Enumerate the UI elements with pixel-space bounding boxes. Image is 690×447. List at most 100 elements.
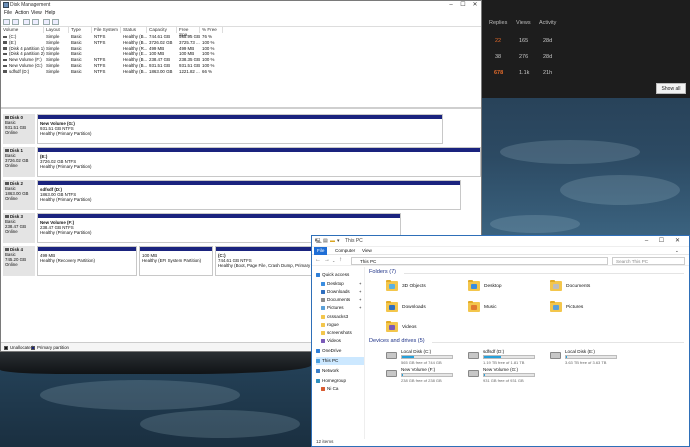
refresh-icon[interactable] [43,19,50,25]
maximize-button[interactable]: ☐ [457,1,469,9]
nav-item-desktop[interactable]: Desktop ✦ [321,280,364,288]
nav-item-network[interactable]: Network [316,367,364,375]
column-header[interactable]: Type [70,27,92,33]
menu-file[interactable]: File [4,10,12,16]
forum-row[interactable]: 678 1.1k 21h [482,66,690,84]
computer-icon: 🖳 [315,238,322,244]
properties-icon[interactable] [23,19,30,25]
partition[interactable]: New Volume (G:) 931.51 GB NTFS Healthy (Pr… [37,114,443,144]
disk-icon [5,215,9,218]
drive-item[interactable]: Local Disk (E:) 3.63 TB free of 3.63 TB [550,349,632,365]
maximize-button[interactable]: ☐ [655,237,668,246]
download-icon [321,290,325,294]
homegroup-icon [316,379,320,383]
column-header[interactable]: Capacity [148,27,177,33]
nav-item-rogue[interactable]: rogue [321,321,364,329]
drive-name: New Volume (F:) [401,367,436,372]
partition-status: Healthy (Primary Partition) [40,131,92,136]
volume-row[interactable]: sdfsdf (D:) Simple Basic NTFS Healthy (B... 1… [1,69,481,75]
tab-view[interactable]: View [359,247,375,255]
search-input[interactable]: Search This PC [612,257,685,265]
nav-item-onedrive[interactable]: OneDrive [316,347,364,355]
nav-item-ni-ca[interactable]: Ni Ca [321,385,364,393]
tab-file[interactable]: File [314,247,328,255]
column-header[interactable]: Layout [45,27,69,33]
minimize-button[interactable]: – [640,237,653,246]
column-header[interactable]: Free Spa... [178,27,200,37]
customize-toolbar-icon[interactable]: ▾ [337,238,340,244]
pin-icon[interactable]: ✦ [359,280,362,288]
disk-info[interactable]: Disk 2 Basic 1863.00 GB Online [3,180,35,210]
nav-item-quick-access[interactable]: Quick access [316,271,364,279]
disk-row[interactable]: Disk 1 Basic 3726.02 GB Online (E:) 3726.02 G… [3,147,481,177]
disk-info[interactable]: Disk 1 Basic 3726.02 GB Online [3,147,35,177]
drive-free-space: 1.19 TB free of 1.81 TB [483,359,525,365]
forward-icon[interactable] [12,19,19,25]
disk-row[interactable]: Disk 0 Basic 931.51 GB Online New Volume (G:… [3,114,479,144]
nav-item-screenshots[interactable]: screenshots [321,329,364,337]
status-bar-item-count: 12 items [316,439,334,444]
folder-item[interactable]: 3D Objects [386,279,466,295]
disk-info[interactable]: Disk 4 Basic 745.20 GB Online [3,246,35,276]
nav-item-documents[interactable]: Documents ✦ [321,296,364,304]
folders-section-header[interactable]: Folders (7) [369,269,396,275]
help-icon[interactable] [32,19,39,25]
expand-ribbon-icon[interactable]: ⌄ [672,247,682,255]
partition[interactable]: 499 MB Healthy (Recovery Partition) [37,246,137,276]
close-button[interactable]: ✕ [469,1,481,9]
nav-item-this-pc[interactable]: This PC [316,357,364,365]
views-count: 276 [519,54,529,60]
folder-item[interactable]: Documents [550,279,630,295]
title-bar[interactable]: Disk Management – ☐ ✕ [1,1,481,10]
drive-item[interactable]: sdfsdf (D:) 1.19 TB free of 1.81 TB [468,349,550,365]
folder-item[interactable]: Desktop [468,279,548,295]
title-bar[interactable]: 🖳 ▤ ▬ ▾ This PC – ☐ ✕ [312,236,689,247]
drive-item[interactable]: New Volume (G:) 931 GB free of 931 GB [468,367,550,383]
forward-icon[interactable]: → [324,257,330,263]
column-header[interactable]: File System [93,27,121,33]
menu-help[interactable]: Help [45,10,55,16]
partition[interactable]: (E:) 3726.02 GB NTFS Healthy (Primary Part… [37,147,481,177]
drive-item[interactable]: New Volume (F:) 238 GB free of 238 GB [386,367,468,383]
back-icon[interactable] [3,19,10,25]
new-folder-icon[interactable]: ▬ [330,238,335,244]
disk-info[interactable]: Disk 3 Basic 238.47 GB Online [3,213,35,243]
menu-action[interactable]: Action [15,10,29,16]
nav-item-videos[interactable]: Videos [321,337,364,345]
drives-section-header[interactable]: Devices and drives (5) [369,338,425,344]
address-bar[interactable]: This PC [351,257,608,265]
up-icon[interactable]: ↑ [339,257,342,263]
folder-item[interactable]: Pictures [550,300,630,316]
folder-item[interactable]: Music [468,300,548,316]
pin-icon[interactable]: ✦ [359,304,362,312]
disk-row[interactable]: Disk 2 Basic 1863.00 GB Online sdfsdf (D:) 18… [3,180,479,210]
show-all-button[interactable]: Show all [656,83,686,94]
partition[interactable]: 100 MB Healthy (EFI System Partition) [139,246,213,276]
settings-icon[interactable] [52,19,59,25]
pin-icon[interactable]: ✦ [359,288,362,296]
pin-icon[interactable]: ✦ [359,296,362,304]
nav-item-homegroup[interactable]: Homegroup [316,377,364,385]
column-header[interactable]: % Free [201,27,223,33]
back-icon[interactable]: ← [315,257,321,263]
menu-view[interactable]: View [31,10,42,16]
activity-header: Activity [539,20,557,26]
partition[interactable]: sdfsdf (D:) 1863.00 GB NTFS Healthy (Prima… [37,180,461,210]
disk-info[interactable]: Disk 0 Basic 931.51 GB Online [3,114,35,144]
close-button[interactable]: ✕ [671,237,684,246]
recent-locations-icon[interactable]: ⌄ [332,258,335,263]
nav-item-downloads[interactable]: Downloads ✦ [321,288,364,296]
folder-item[interactable]: Downloads [386,300,466,316]
cloud-icon [316,349,320,353]
folder-item[interactable]: Videos [386,320,466,336]
nav-item-csssacks3[interactable]: csssacks3 [321,313,364,321]
breadcrumb[interactable]: This PC [360,259,376,264]
drive-usage-fill [402,374,403,376]
nav-item-pictures[interactable]: Pictures ✦ [321,304,364,312]
properties-icon[interactable]: ▤ [323,238,328,244]
column-header[interactable]: Volume [2,27,44,33]
drive-item[interactable]: Local Disk (C:) 565 GB free of 744 GB [386,349,468,365]
minimize-button[interactable]: – [445,1,457,9]
tab-computer[interactable]: Computer [332,247,358,255]
column-header[interactable]: Status [122,27,147,33]
